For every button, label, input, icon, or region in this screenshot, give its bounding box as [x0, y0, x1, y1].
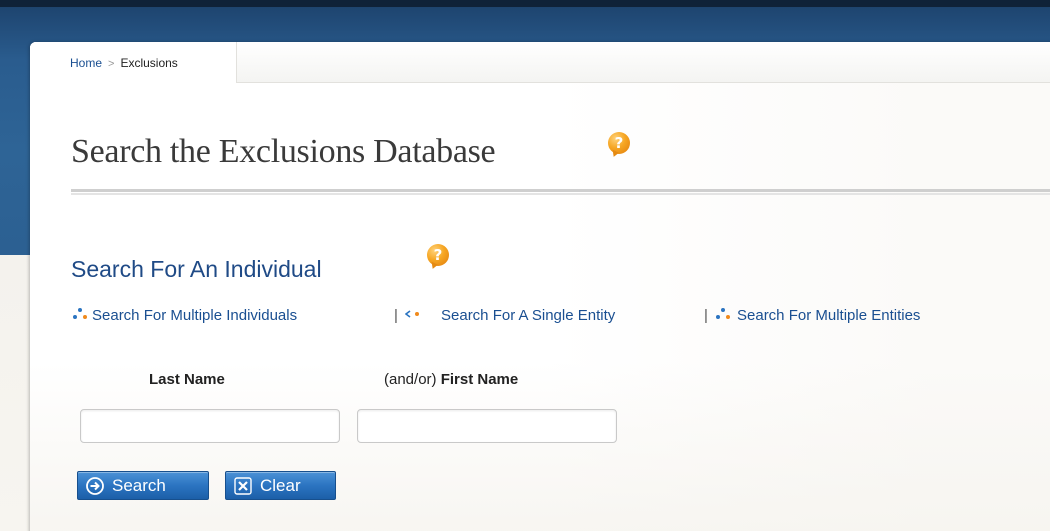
- first-name-label-prefix: (and/or): [384, 371, 437, 388]
- last-name-input[interactable]: [80, 409, 340, 443]
- search-button-label: Search: [112, 476, 166, 495]
- first-name-label-text: First Name: [440, 371, 519, 388]
- single-dots-icon: [405, 310, 419, 318]
- breadcrumb-home-link[interactable]: Home: [70, 56, 102, 70]
- link-search-multiple-individuals[interactable]: Search For Multiple Individuals: [92, 307, 297, 324]
- breadcrumb-separator: >: [108, 58, 115, 70]
- search-arrow-icon: [86, 477, 104, 495]
- first-name-input[interactable]: [357, 409, 617, 443]
- last-name-label-text: Last Name: [149, 371, 225, 388]
- page-title: Search the Exclusions Database: [71, 133, 496, 170]
- breadcrumb-current: Exclusions: [120, 56, 178, 70]
- multiple-dots-icon: [716, 308, 730, 319]
- clear-button[interactable]: Clear: [225, 471, 336, 500]
- link-search-single-entity[interactable]: Search For A Single Entity: [441, 307, 615, 324]
- link-search-multiple-entities[interactable]: Search For Multiple Entities: [737, 307, 920, 324]
- breadcrumb: Home > Exclusions: [70, 56, 178, 70]
- first-name-label: (and/or) First Name: [384, 371, 518, 388]
- search-button[interactable]: Search: [77, 471, 209, 500]
- link-separator: |: [394, 307, 398, 324]
- section-title: Search For An Individual: [71, 256, 322, 282]
- last-name-label: Last Name: [149, 371, 225, 388]
- header-top-strip: [0, 0, 1050, 7]
- breadcrumb-bar: Home > Exclusions: [30, 42, 1050, 83]
- title-divider: [71, 189, 1050, 195]
- clear-button-label: Clear: [260, 476, 301, 495]
- content-card: Home > Exclusions Search the Exclusions Da…: [30, 42, 1050, 531]
- multiple-dots-icon: [73, 308, 87, 319]
- link-separator: |: [704, 307, 708, 324]
- clear-x-icon: [234, 477, 252, 495]
- help-question-bubble-icon[interactable]: ?: [608, 132, 630, 154]
- help-question-bubble-icon[interactable]: ?: [427, 244, 449, 266]
